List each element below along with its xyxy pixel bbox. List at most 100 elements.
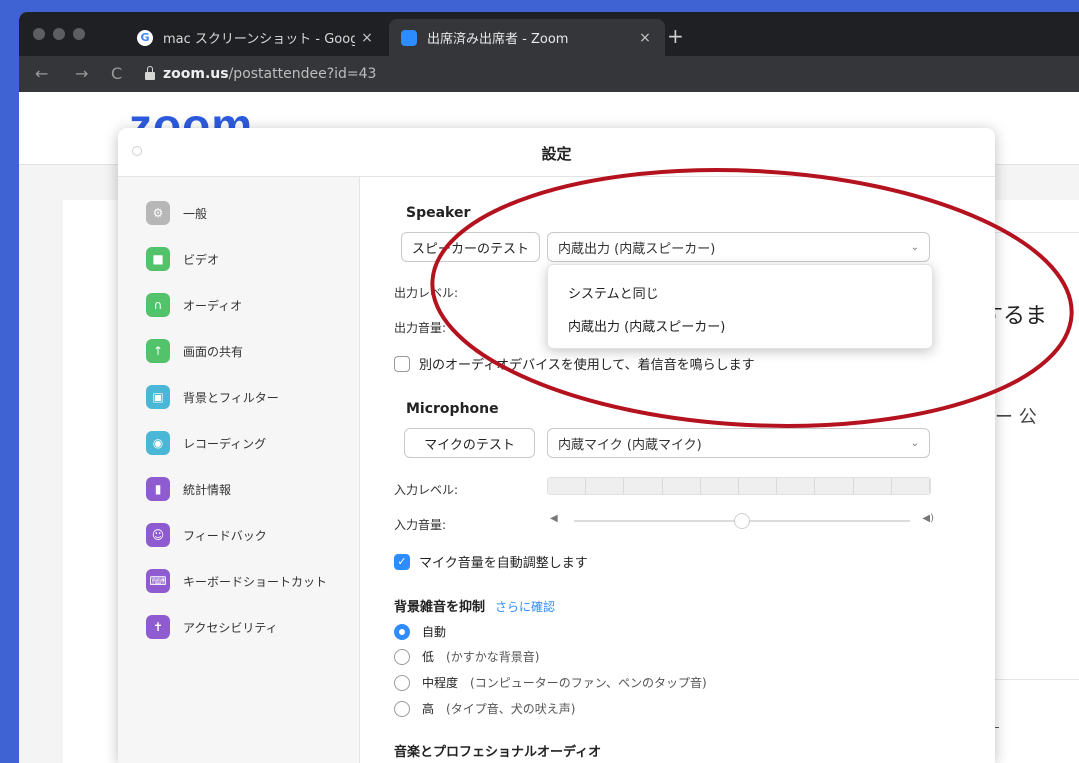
new-tab-button[interactable]: +: [667, 24, 684, 48]
test-microphone-button[interactable]: マイクのテスト: [404, 428, 535, 458]
share-screen-icon: ↑: [146, 339, 170, 363]
level-segment: [777, 478, 816, 494]
checkbox-label: 別のオーディオデバイスを使用して、着信音を鳴らします: [419, 358, 755, 373]
level-segment: [586, 478, 625, 494]
learn-more-link[interactable]: さらに確認: [495, 600, 555, 614]
chevron-down-icon: ⌄: [910, 241, 919, 253]
sidebar-item-share-screen[interactable]: ↑ 画面の共有: [146, 338, 243, 364]
sidebar-item-label: 一般: [183, 206, 208, 221]
sidebar-item-statistics[interactable]: ▮ 統計情報: [146, 476, 231, 502]
auto-adjust-checkbox[interactable]: ✓ マイク音量を自動調整します: [394, 552, 588, 571]
recording-icon: ◉: [146, 431, 170, 455]
tab-title: mac スクリーンショット - Googl: [163, 32, 355, 47]
tab-zoom[interactable]: 出席済み出席者 - Zoom ×: [389, 19, 665, 56]
sidebar-item-keyboard-shortcuts[interactable]: ⌨ キーボードショートカット: [146, 568, 327, 594]
radio-note: (かすかな背景音): [446, 650, 540, 664]
level-segment: [624, 478, 663, 494]
reload-icon[interactable]: C: [111, 64, 122, 83]
minimize-window-dot[interactable]: [53, 28, 65, 40]
url-path: /postattendee?id=43: [228, 66, 377, 82]
sidebar-item-label: 統計情報: [183, 482, 232, 497]
level-segment: [700, 478, 740, 494]
radio-label: 中程度: [422, 676, 459, 690]
tab-close-icon[interactable]: ×: [355, 30, 379, 46]
tab-close-icon[interactable]: ×: [633, 30, 657, 46]
level-segment: [853, 478, 892, 494]
separate-ringtone-checkbox[interactable]: 別のオーディオデバイスを使用して、着信音を鳴らします: [394, 354, 755, 373]
radio-note: (タイプ音、犬の吠え声): [446, 702, 576, 716]
radio-label: 自動: [422, 625, 447, 639]
output-volume-label: 出力音量:: [394, 321, 447, 335]
noise-title-text: 背景雑音を抑制: [394, 600, 486, 615]
volume-low-icon: ◀: [550, 513, 558, 524]
input-volume-label: 入力音量:: [394, 518, 447, 532]
checkbox-label: マイク音量を自動調整します: [419, 556, 588, 571]
sidebar-item-background[interactable]: ▣ 背景とフィルター: [146, 384, 279, 410]
radio-note: (コンピューターのファン、ペンのタップ音): [470, 676, 707, 690]
radio-icon[interactable]: [394, 700, 410, 717]
back-icon[interactable]: ←: [35, 64, 48, 83]
accessibility-icon: ✝: [146, 615, 170, 639]
zoom-icon: [401, 29, 417, 46]
level-segment: [739, 478, 778, 494]
input-level-meter: [547, 477, 931, 495]
dropdown-option-system[interactable]: システムと同じ: [568, 283, 659, 302]
headphones-icon: ∩: [146, 293, 170, 317]
sidebar-item-audio[interactable]: ∩ オーディオ: [146, 292, 242, 318]
address-bar[interactable]: zoom.us /postattendee?id=43: [145, 62, 1079, 86]
test-speaker-button[interactable]: スピーカーのテスト: [401, 232, 540, 262]
dropdown-option-builtin[interactable]: 内蔵出力 (内蔵スピーカー): [568, 316, 725, 335]
radio-label: 高: [422, 702, 435, 716]
level-segment: [548, 478, 587, 494]
volume-high-icon: ◀): [922, 513, 934, 524]
microphone-select-value: 内蔵マイク (内蔵マイク): [558, 437, 702, 453]
sidebar-item-feedback[interactable]: ☺ フィードバック: [146, 522, 267, 548]
input-level-label: 入力レベル:: [394, 483, 459, 497]
chevron-down-icon: ⌄: [910, 437, 919, 449]
sidebar-item-label: キーボードショートカット: [183, 574, 328, 589]
statistics-icon: ▮: [146, 477, 170, 501]
music-audio-title: 音楽とプロフェショナルオーディオ: [394, 745, 602, 760]
noise-suppression-title: 背景雑音を抑制 さらに確認: [394, 596, 555, 615]
settings-titlebar: 設定: [118, 128, 995, 177]
speaker-select-value: 内蔵出力 (内蔵スピーカー): [558, 241, 716, 257]
noise-option-low[interactable]: 低 (かすかな背景音): [394, 648, 539, 665]
input-volume-slider[interactable]: ◀ ◀): [550, 513, 934, 529]
sidebar-item-label: 画面の共有: [183, 344, 244, 359]
forward-icon[interactable]: →: [75, 64, 88, 83]
radio-selected-icon[interactable]: [394, 623, 410, 640]
url-host: zoom.us: [163, 66, 229, 82]
noise-option-high[interactable]: 高 (タイプ音、犬の吠え声): [394, 700, 575, 717]
close-window-dot[interactable]: [33, 28, 45, 40]
radio-icon[interactable]: [394, 648, 410, 665]
microphone-select[interactable]: 内蔵マイク (内蔵マイク) ⌄: [547, 428, 930, 458]
radio-label: 低: [422, 650, 435, 664]
tab-bar: G mac スクリーンショット - Googl × 出席済み出席者 - Zoom…: [19, 12, 1079, 56]
microphone-section-title: Microphone: [406, 401, 499, 417]
noise-option-auto[interactable]: 自動: [394, 623, 446, 640]
speaker-select[interactable]: 内蔵出力 (内蔵スピーカー) ⌄: [547, 232, 930, 262]
maximize-window-dot[interactable]: [73, 28, 85, 40]
tab-google-search[interactable]: G mac スクリーンショット - Googl ×: [125, 19, 387, 56]
settings-dialog: 設定 ⚙ 一般 ■ ビデオ ∩ オーディオ ↑ 画面の共有 ▣ 背景とフィルター…: [118, 128, 995, 763]
speaker-dropdown-menu: システムと同じ 内蔵出力 (内蔵スピーカー): [547, 264, 933, 349]
settings-title: 設定: [541, 145, 572, 163]
radio-icon[interactable]: [394, 674, 410, 691]
sidebar-item-accessibility[interactable]: ✝ アクセシビリティ: [146, 614, 278, 640]
sidebar-item-label: 背景とフィルター: [183, 390, 279, 405]
output-level-label: 出力レベル:: [394, 286, 459, 300]
sidebar-item-general[interactable]: ⚙ 一般: [146, 200, 207, 226]
sidebar-item-label: ビデオ: [183, 252, 220, 267]
sidebar-item-recording[interactable]: ◉ レコーディング: [146, 430, 266, 456]
sidebar-item-label: オーディオ: [183, 298, 243, 313]
sidebar-item-video[interactable]: ■ ビデオ: [146, 246, 219, 272]
sidebar-item-label: レコーディング: [183, 436, 267, 451]
noise-option-moderate[interactable]: 中程度 (コンピューターのファン、ペンのタップ音): [394, 674, 707, 691]
checkbox-checked-icon[interactable]: ✓: [394, 553, 410, 570]
checkbox-box[interactable]: [394, 355, 410, 372]
tab-title: 出席済み出席者 - Zoom: [427, 32, 569, 47]
background-icon: ▣: [146, 385, 170, 409]
sidebar-item-label: フィードバック: [183, 528, 267, 543]
slider-knob[interactable]: [734, 513, 750, 529]
level-segment: [815, 478, 854, 494]
